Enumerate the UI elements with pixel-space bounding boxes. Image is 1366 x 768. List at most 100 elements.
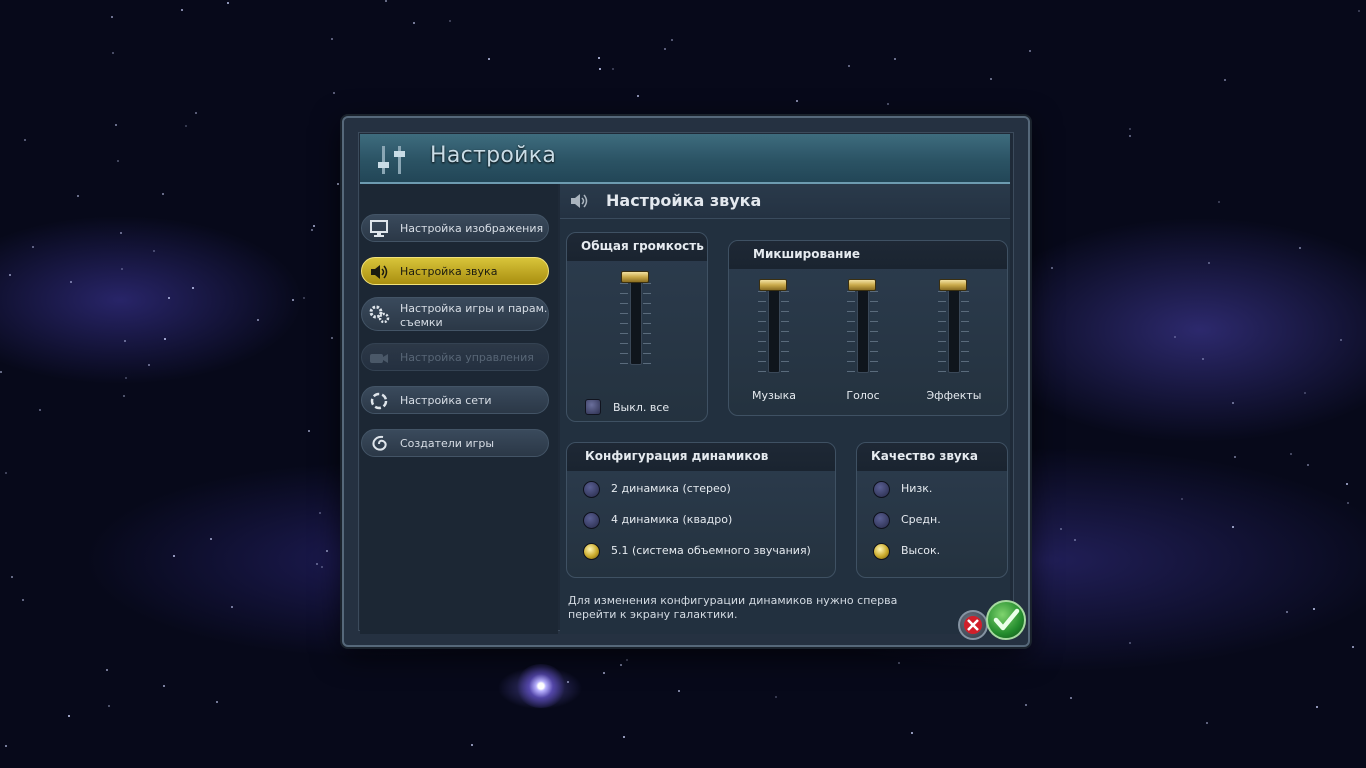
star — [1232, 402, 1234, 404]
star — [257, 319, 259, 321]
settings-dialog: Настройка Настройка изображения Настройк… — [342, 116, 1030, 647]
speaker-config-group: Конфигурация динамиков 2 динамика (стере… — [566, 442, 836, 578]
slider-tick — [620, 313, 628, 314]
radio-button[interactable] — [583, 512, 600, 529]
sidebar-item-network[interactable]: Настройка сети — [361, 386, 549, 414]
effects-slider[interactable] — [929, 277, 979, 375]
slider-tick — [847, 341, 855, 342]
star — [39, 409, 41, 411]
controller-icon — [370, 354, 388, 363]
radio-label: Высок. — [901, 544, 941, 557]
music-slider[interactable] — [749, 277, 799, 375]
slider-tick — [847, 371, 855, 372]
slider-tick — [620, 323, 628, 324]
star — [599, 68, 601, 70]
star — [603, 672, 605, 674]
voice-slider[interactable] — [838, 277, 888, 375]
star — [1208, 262, 1210, 264]
group-title: Конфигурация динамиков — [585, 449, 769, 463]
sidebar-item-graphics[interactable]: Настройка изображения — [361, 214, 549, 242]
group-title: Качество звука — [871, 449, 978, 463]
slider-tick — [847, 351, 855, 352]
star — [1234, 456, 1236, 458]
slider-tick — [643, 343, 651, 344]
star — [331, 337, 333, 339]
master-volume-slider[interactable] — [611, 269, 661, 367]
radio-button[interactable] — [873, 543, 890, 560]
star — [1304, 392, 1306, 394]
slider-tick — [758, 351, 766, 352]
slider-tick — [643, 293, 651, 294]
star — [567, 681, 569, 683]
radio-button[interactable] — [873, 481, 890, 498]
slider-knob[interactable] — [621, 271, 649, 283]
slider-tick — [870, 311, 878, 312]
mute-all-checkbox[interactable] — [585, 399, 601, 415]
star — [1218, 201, 1220, 203]
monitor-icon — [370, 220, 388, 237]
star — [471, 744, 473, 746]
star — [24, 139, 26, 141]
star — [123, 395, 125, 397]
cancel-button[interactable] — [958, 610, 988, 640]
slider-tick — [620, 353, 628, 354]
star — [1129, 642, 1131, 644]
radio-button[interactable] — [583, 481, 600, 498]
star — [1060, 528, 1062, 530]
speaker-icon — [371, 265, 388, 279]
slider-tick — [620, 283, 628, 284]
sidebar-item-label: Настройка игры и парам. съемки — [400, 302, 548, 329]
slider-tick — [643, 313, 651, 314]
slider-tick — [847, 361, 855, 362]
radio-label: 2 динамика (стерео) — [611, 482, 731, 495]
slider-tick — [620, 333, 628, 334]
radio-label: Низк. — [901, 482, 933, 495]
star — [192, 287, 194, 289]
close-icon — [964, 616, 982, 634]
star — [173, 555, 175, 557]
star — [1299, 247, 1301, 249]
star — [413, 22, 415, 24]
star — [1202, 358, 1204, 360]
star — [623, 736, 625, 738]
star — [331, 38, 333, 40]
slider-tick — [938, 371, 946, 372]
slider-tick — [870, 331, 878, 332]
star — [108, 705, 110, 707]
star — [77, 195, 79, 197]
sidebar-item-label: Создатели игры — [400, 437, 495, 450]
slider-knob[interactable] — [848, 279, 876, 291]
slider-tick — [758, 371, 766, 372]
slider-track — [630, 277, 642, 365]
sidebar-item-sound[interactable]: Настройка звука — [361, 257, 549, 285]
star — [11, 576, 13, 578]
slider-tick — [938, 361, 946, 362]
star — [210, 538, 212, 540]
star — [1316, 706, 1318, 708]
slider-knob[interactable] — [939, 279, 967, 291]
sidebar-item-credits[interactable]: Создатели игры — [361, 429, 549, 457]
slider-tick — [620, 293, 628, 294]
radio-button[interactable] — [583, 543, 600, 560]
radio-label: 5.1 (система объемного звучания) — [611, 544, 811, 557]
panel-header: Настройка звука — [560, 184, 1010, 219]
ok-button[interactable] — [986, 600, 1026, 640]
star — [216, 701, 218, 703]
slider-knob[interactable] — [759, 279, 787, 291]
slider-tick — [870, 351, 878, 352]
sidebar-item-game-camera[interactable]: Настройка игры и парам. съемки — [361, 297, 549, 331]
star — [848, 65, 850, 67]
star — [70, 281, 72, 283]
slider-tick — [758, 341, 766, 342]
star — [121, 268, 123, 270]
star — [316, 563, 318, 565]
slider-tick — [938, 321, 946, 322]
slider-tick — [781, 311, 789, 312]
spiral-icon — [372, 435, 387, 451]
slider-tick — [643, 363, 651, 364]
radio-button[interactable] — [873, 512, 890, 529]
master-volume-group: Общая громкость Выкл. все — [566, 232, 708, 422]
star — [111, 16, 113, 18]
star — [5, 472, 7, 474]
star — [671, 39, 673, 41]
